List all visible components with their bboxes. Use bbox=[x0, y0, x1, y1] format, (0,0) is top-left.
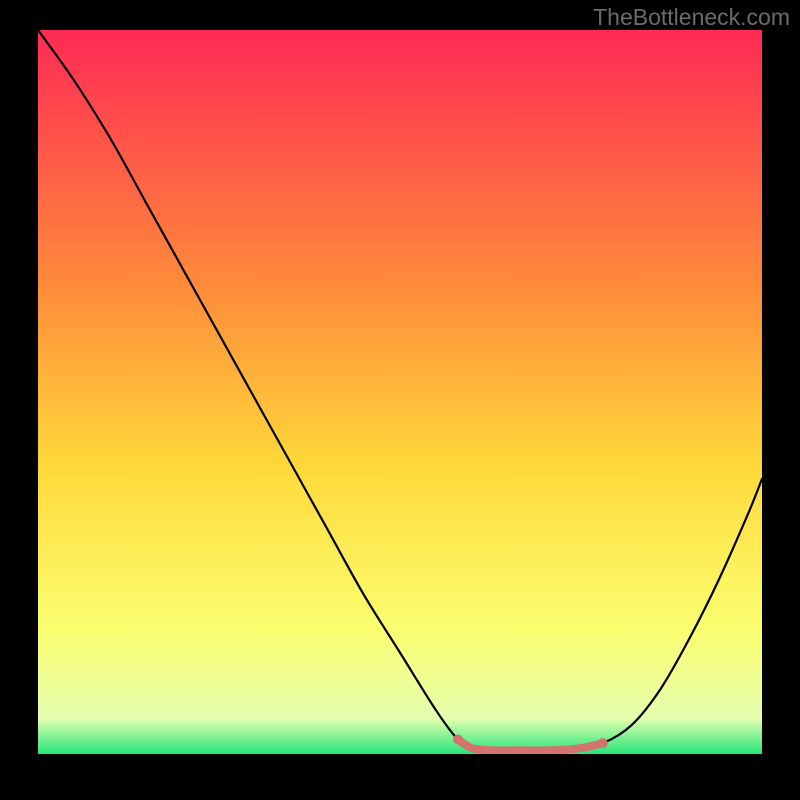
curve-layer bbox=[38, 30, 762, 754]
watermark-text: TheBottleneck.com bbox=[593, 4, 790, 31]
optimal-zone-endpoint bbox=[598, 738, 608, 748]
optimal-zone-endpoint bbox=[453, 735, 463, 745]
optimal-zone bbox=[458, 740, 603, 751]
plot-area bbox=[38, 30, 762, 754]
bottleneck-curve bbox=[38, 30, 762, 751]
chart-container: TheBottleneck.com bbox=[0, 0, 800, 800]
